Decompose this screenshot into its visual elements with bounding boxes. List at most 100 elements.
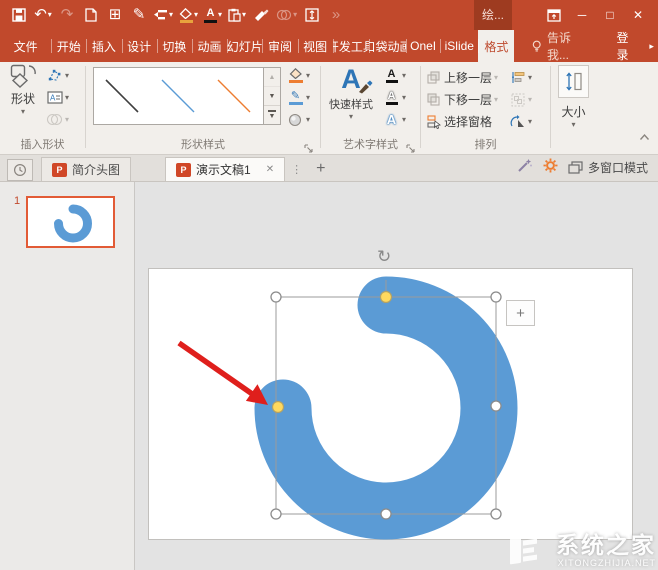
size-label-block[interactable]: 大小 ▾ — [558, 101, 589, 129]
gallery-more-button[interactable]: ▼ — [264, 106, 280, 124]
shape-outline-button[interactable]: ✎ ▾ — [287, 88, 310, 107]
fit-to-window-button[interactable] — [303, 3, 321, 27]
shape-effects-dropdown[interactable]: ▾ — [306, 115, 310, 124]
quick-styles-icon: A — [341, 64, 373, 94]
tab-format[interactable]: 格式 — [478, 30, 515, 62]
tab-islide[interactable]: iSlide — [440, 30, 478, 62]
tab-slideshow[interactable]: 幻灯片 — [227, 30, 262, 62]
align-ribbon-dropdown[interactable]: ▾ — [528, 73, 532, 82]
slide-canvas[interactable] — [148, 268, 633, 540]
format-painter-button[interactable] — [252, 3, 270, 27]
selection-pane-icon — [425, 113, 442, 130]
shape-style-orange-line[interactable] — [206, 68, 262, 124]
text-box-button[interactable]: A ▾ — [46, 88, 69, 107]
shape-styles-dialog-launcher[interactable] — [304, 140, 314, 153]
text-effects-button[interactable]: A ▾ — [383, 110, 406, 129]
shapes-button[interactable]: 形状 ▾ — [4, 64, 42, 116]
align-ribbon-button[interactable]: ▾ — [509, 68, 532, 87]
gallery-scroll-down[interactable]: ▼ — [264, 87, 280, 106]
wordart-dialog-launcher[interactable] — [406, 140, 416, 153]
rotate-objects-button[interactable]: ▾ — [509, 112, 532, 131]
shape-outline-icon: ✎ — [287, 89, 304, 106]
tab-pocket-animation[interactable]: 口袋动画 — [368, 30, 406, 62]
tab-onei[interactable]: OneI — [406, 30, 440, 62]
tab-view[interactable]: 视图 — [297, 30, 333, 62]
shape-style-black-line[interactable] — [94, 68, 150, 124]
text-fill-icon: A — [383, 67, 400, 84]
close-tab-icon[interactable]: ✕ — [266, 164, 274, 175]
text-box-dropdown[interactable]: ▾ — [65, 93, 69, 102]
tab-more-button[interactable]: ⋮ — [285, 157, 308, 181]
tab-scroll-right[interactable]: ▸ — [649, 30, 658, 62]
text-outline-icon: A — [383, 89, 400, 106]
size-dropdown[interactable]: ▾ — [571, 120, 575, 129]
tab-transitions[interactable]: 切换 — [156, 30, 192, 62]
eyedropper-button[interactable]: ✎ — [130, 3, 148, 27]
shapes-dropdown[interactable]: ▾ — [21, 107, 25, 116]
font-color-dropdown[interactable]: ▾ — [218, 3, 222, 27]
ppt-file-icon: P — [52, 162, 67, 177]
close-button[interactable]: ✕ — [624, 2, 652, 28]
text-effects-dropdown[interactable]: ▾ — [402, 115, 406, 124]
settings-button[interactable] — [543, 158, 558, 178]
slide-thumbnail[interactable] — [26, 196, 115, 248]
selection-pane-button[interactable]: 选择窗格 — [425, 112, 505, 131]
text-outline-dropdown[interactable]: ▾ — [402, 93, 406, 102]
document-tab-label: 简介头图 — [72, 163, 121, 177]
align-objects-button[interactable]: ▾ — [154, 3, 173, 27]
tell-me-button[interactable]: 告诉我... — [522, 30, 600, 62]
shape-style-blue-line[interactable] — [150, 68, 206, 124]
shape-fill-dropdown[interactable]: ▾ — [194, 3, 198, 27]
undo-dropdown[interactable]: ▾ — [48, 3, 52, 27]
rotation-handle[interactable]: ↻ — [377, 248, 391, 265]
tab-review[interactable]: 审阅 — [262, 30, 297, 62]
shape-outline-dropdown[interactable]: ▾ — [306, 93, 310, 102]
size-button[interactable] — [558, 65, 589, 98]
align-icon — [154, 10, 167, 20]
tab-design[interactable]: 设计 — [121, 30, 157, 62]
paste-button[interactable]: ▾ — [228, 3, 246, 27]
powerpoint-window: ↶ ▾ ↷ ⊞ ✎ ▾ ▾ A ▾ ▾ ▾ » 绘... ─ □ ✕ 文件 开始… — [0, 0, 658, 570]
multi-window-label: 多窗口模式 — [587, 161, 648, 175]
document-tab-intro[interactable]: P 简介头图 — [41, 157, 132, 181]
quick-styles-button[interactable]: A 快速样式 ▾ — [329, 64, 373, 121]
quick-styles-dropdown[interactable]: ▾ — [349, 112, 353, 121]
new-document-tab-button[interactable]: + — [308, 157, 333, 181]
document-tab-presentation1[interactable]: P 演示文稿1 ✕ — [165, 157, 286, 181]
shape-fill-ribbon-dropdown[interactable]: ▾ — [306, 71, 310, 80]
collapse-ribbon-button[interactable] — [639, 128, 650, 146]
text-fill-button[interactable]: A ▾ — [383, 66, 406, 85]
multi-window-mode-button[interactable]: 多窗口模式 — [568, 159, 648, 176]
gear-icon — [543, 158, 558, 172]
minimize-button[interactable]: ─ — [568, 2, 596, 28]
align-dropdown[interactable]: ▾ — [169, 3, 173, 27]
ribbon: 形状 ▾ ▾ A ▾ ▾ 插入形状 ▲ ▼ ▼ ▾ ✎ ▾ ▾ 形状样式 A 快… — [0, 62, 658, 155]
undo-button[interactable]: ↶ ▾ — [34, 3, 52, 27]
font-color-button[interactable]: A ▾ — [204, 3, 222, 27]
shape-fill-ribbon-button[interactable]: ▾ — [287, 66, 310, 85]
save-button[interactable] — [10, 3, 28, 27]
quick-insert-button[interactable]: + — [506, 300, 535, 326]
tab-insert[interactable]: 插入 — [86, 30, 121, 62]
tab-animations[interactable]: 动画 — [191, 30, 227, 62]
edit-shape-dropdown[interactable]: ▾ — [65, 71, 69, 80]
maximize-button[interactable]: □ — [596, 2, 624, 28]
shape-effects-button[interactable]: ▾ — [287, 110, 310, 129]
edit-shape-button[interactable]: ▾ — [46, 66, 69, 85]
sign-in-button[interactable]: 登录 — [607, 30, 650, 62]
recent-files-button[interactable] — [7, 159, 33, 181]
magic-wand-button[interactable] — [517, 158, 533, 178]
size-icon — [566, 72, 582, 91]
text-outline-button[interactable]: A ▾ — [383, 88, 406, 107]
tab-file[interactable]: 文件 — [0, 30, 51, 62]
ribbon-display-options-button[interactable] — [540, 2, 568, 28]
multi-window-icon — [568, 161, 583, 174]
paste-dropdown[interactable]: ▾ — [242, 3, 246, 27]
slide-sorter-button[interactable]: ⊞ — [106, 3, 124, 27]
tab-developer[interactable]: 开发工具 — [332, 30, 369, 62]
tab-home[interactable]: 开始 — [51, 30, 86, 62]
shape-fill-button[interactable]: ▾ — [179, 3, 198, 27]
rotate-objects-dropdown[interactable]: ▾ — [528, 117, 532, 126]
text-fill-dropdown[interactable]: ▾ — [402, 71, 406, 80]
new-file-button[interactable] — [82, 3, 100, 27]
